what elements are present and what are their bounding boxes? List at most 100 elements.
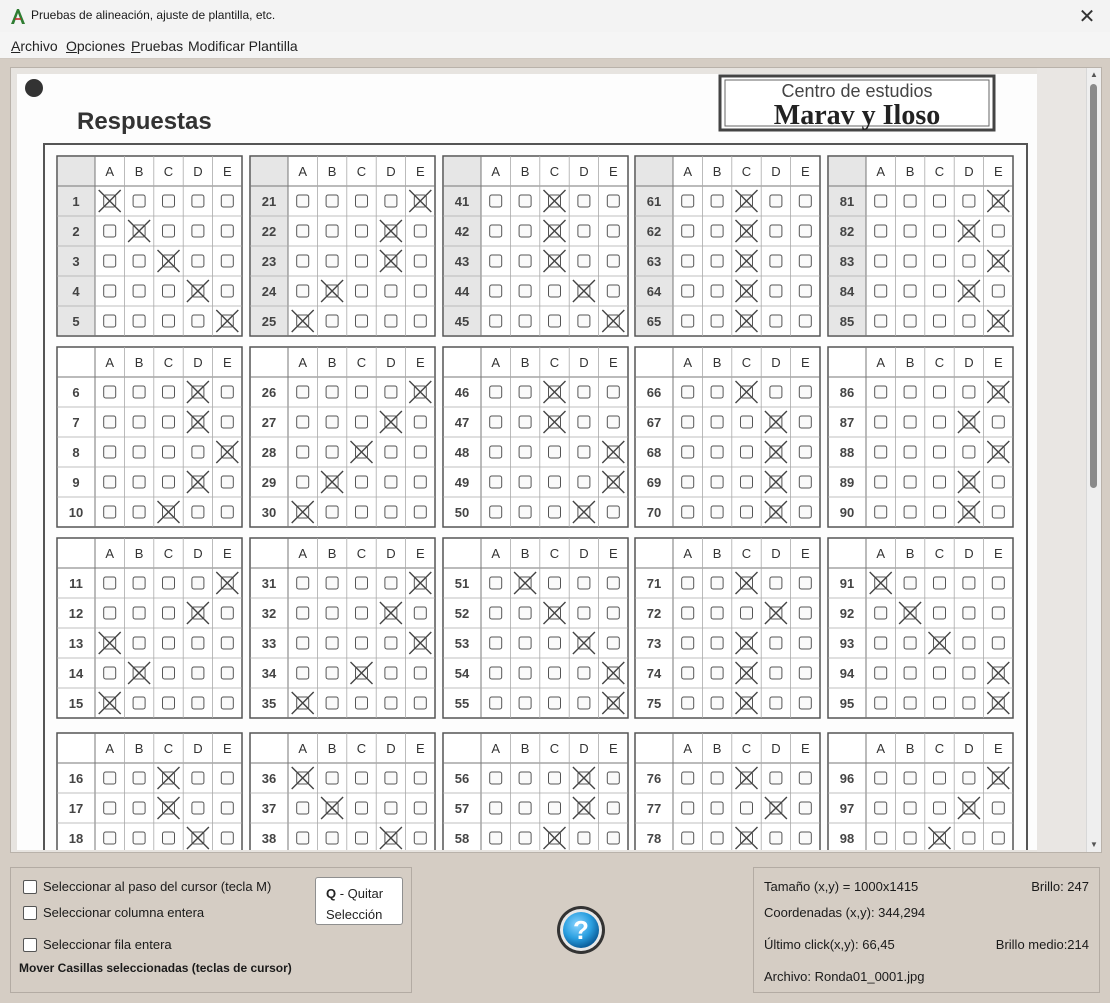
answer-checkbox[interactable] (325, 831, 339, 845)
answer-checkbox[interactable] (384, 576, 398, 590)
answer-checkbox[interactable] (355, 254, 368, 268)
answer-checkbox[interactable] (103, 475, 117, 489)
answer-checkbox[interactable] (962, 696, 976, 710)
answer-checkbox[interactable] (874, 771, 888, 785)
answer-checkbox[interactable] (740, 505, 753, 519)
answer-checkbox[interactable] (874, 445, 888, 459)
answer-checkbox[interactable] (933, 415, 946, 429)
answer-checkbox[interactable] (874, 505, 888, 519)
answer-checkbox[interactable] (296, 576, 310, 590)
answer-checkbox[interactable] (577, 224, 591, 238)
answer-checkbox[interactable] (413, 801, 427, 815)
answer-checkbox[interactable] (355, 831, 368, 845)
answer-grid[interactable]: A B C D E12345A B C D E2122232425A B C D E4142434445… (56, 155, 1014, 850)
answer-checkbox[interactable] (220, 801, 234, 815)
answer-checkbox[interactable] (933, 696, 946, 710)
answer-checkbox[interactable] (355, 576, 368, 590)
answer-checkbox[interactable] (325, 771, 339, 785)
answer-checkbox[interactable] (191, 224, 205, 238)
answer-checkbox[interactable] (325, 666, 339, 680)
answer-checkbox[interactable] (962, 636, 976, 650)
answer-checkbox[interactable] (681, 606, 695, 620)
answer-checkbox[interactable] (220, 505, 234, 519)
answer-checkbox[interactable] (606, 224, 620, 238)
answer-checkbox[interactable] (874, 666, 888, 680)
answer-checkbox[interactable] (991, 505, 1005, 519)
checkbox-seleccionar-cursor[interactable] (23, 879, 37, 894)
answer-checkbox[interactable] (355, 801, 368, 815)
answer-checkbox[interactable] (325, 254, 339, 268)
answer-checkbox[interactable] (874, 314, 888, 328)
answer-checkbox[interactable] (413, 475, 427, 489)
answer-checkbox[interactable] (548, 801, 561, 815)
answer-checkbox[interactable] (103, 505, 117, 519)
answer-checkbox[interactable] (681, 314, 695, 328)
answer-checkbox[interactable] (903, 636, 917, 650)
answer-checkbox[interactable] (296, 194, 310, 208)
answer-checkbox[interactable] (606, 415, 620, 429)
answer-checkbox[interactable] (991, 475, 1005, 489)
answer-checkbox[interactable] (740, 801, 753, 815)
answer-checkbox[interactable] (710, 445, 724, 459)
answer-checkbox[interactable] (933, 194, 946, 208)
answer-checkbox[interactable] (798, 696, 812, 710)
answer-checkbox[interactable] (325, 576, 339, 590)
answer-checkbox[interactable] (355, 606, 368, 620)
answer-checkbox[interactable] (413, 445, 427, 459)
answer-checkbox[interactable] (874, 194, 888, 208)
answer-checkbox[interactable] (162, 415, 175, 429)
answer-checkbox[interactable] (132, 284, 146, 298)
answer-checkbox[interactable] (518, 801, 532, 815)
answer-checkbox[interactable] (962, 254, 976, 268)
answer-checkbox[interactable] (489, 254, 503, 268)
answer-checkbox[interactable] (681, 284, 695, 298)
answer-checkbox[interactable] (769, 284, 783, 298)
answer-checkbox[interactable] (798, 475, 812, 489)
answer-checkbox[interactable] (798, 666, 812, 680)
answer-checkbox[interactable] (103, 801, 117, 815)
answer-checkbox[interactable] (991, 606, 1005, 620)
answer-checkbox[interactable] (191, 666, 205, 680)
answer-checkbox[interactable] (606, 636, 620, 650)
answer-checkbox[interactable] (355, 505, 368, 519)
answer-checkbox[interactable] (798, 771, 812, 785)
menu-opciones[interactable]: Opciones (66, 38, 125, 54)
answer-checkbox[interactable] (220, 666, 234, 680)
answer-checkbox[interactable] (769, 636, 783, 650)
answer-checkbox[interactable] (933, 224, 946, 238)
answer-checkbox[interactable] (384, 801, 398, 815)
help-icon[interactable]: ? (573, 915, 589, 945)
answer-checkbox[interactable] (518, 314, 532, 328)
answer-checkbox[interactable] (489, 194, 503, 208)
answer-checkbox[interactable] (518, 831, 532, 845)
menu-archivo[interactable]: Archivo (11, 38, 58, 54)
checkbox-cursor-row[interactable]: Seleccionar al paso del cursor (tecla M) (23, 879, 271, 894)
scroll-up-icon[interactable]: ▲ (1087, 68, 1101, 82)
answer-checkbox[interactable] (798, 445, 812, 459)
answer-checkbox[interactable] (162, 831, 175, 845)
answer-checkbox[interactable] (874, 801, 888, 815)
answer-checkbox[interactable] (991, 636, 1005, 650)
answer-checkbox[interactable] (769, 576, 783, 590)
answer-checkbox[interactable] (962, 385, 976, 399)
answer-checkbox[interactable] (296, 385, 310, 399)
answer-checkbox[interactable] (710, 314, 724, 328)
answer-checkbox[interactable] (132, 696, 146, 710)
answer-checkbox[interactable] (903, 831, 917, 845)
answer-sheet-scan[interactable]: Respuestas Centro de estudios Marav y Il… (17, 74, 1037, 850)
answer-checkbox[interactable] (413, 415, 427, 429)
answer-checkbox[interactable] (798, 415, 812, 429)
answer-checkbox[interactable] (874, 606, 888, 620)
answer-checkbox[interactable] (933, 284, 946, 298)
answer-checkbox[interactable] (903, 415, 917, 429)
answer-checkbox[interactable] (489, 606, 503, 620)
answer-checkbox[interactable] (710, 224, 724, 238)
answer-checkbox[interactable] (577, 415, 591, 429)
answer-checkbox[interactable] (384, 475, 398, 489)
answer-checkbox[interactable] (548, 475, 561, 489)
answer-checkbox[interactable] (220, 284, 234, 298)
answer-checkbox[interactable] (384, 771, 398, 785)
answer-checkbox[interactable] (681, 254, 695, 268)
answer-checkbox[interactable] (933, 771, 946, 785)
answer-checkbox[interactable] (577, 696, 591, 710)
